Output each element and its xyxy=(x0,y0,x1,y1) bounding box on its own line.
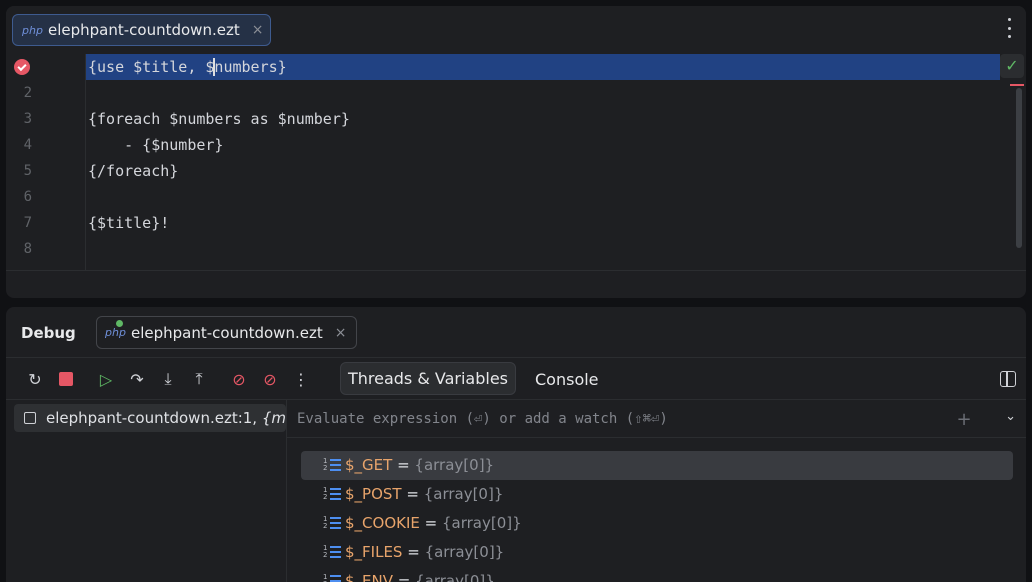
variable-row[interactable]: 12 $_ENV = {array[0]} xyxy=(301,567,1013,582)
editor-tab-bar: php elephpant-countdown.ezt × xyxy=(6,6,1026,52)
stack-frame-row[interactable]: elephpant-countdown.ezt:1, {main}() xyxy=(14,404,286,432)
array-icon: 12 xyxy=(323,574,341,582)
variable-name: $_ENV xyxy=(345,572,394,582)
layout-settings-icon[interactable] xyxy=(1000,371,1016,387)
debug-session-label: elephpant-countdown.ezt xyxy=(131,323,323,342)
editor-bottom-divider xyxy=(6,270,1026,271)
chevron-down-icon[interactable]: ⌄ xyxy=(1005,409,1016,424)
line-number: 7 xyxy=(23,215,32,231)
code-line-5[interactable]: 5 {/foreach} xyxy=(6,158,1026,184)
array-icon: 12 xyxy=(323,487,341,501)
array-icon: 12 xyxy=(323,516,341,530)
code-line-3[interactable]: 3 {foreach $numbers as $number} xyxy=(6,106,1026,132)
tab-console[interactable]: Console xyxy=(535,370,599,389)
text-caret xyxy=(213,58,215,76)
editor-tab-label: elephpant-countdown.ezt xyxy=(48,21,240,39)
variable-row[interactable]: 12 $_POST = {array[0]} xyxy=(301,480,1013,509)
evaluate-bar: + ⌄ xyxy=(287,400,1026,438)
array-icon: 12 xyxy=(323,458,341,472)
rerun-icon[interactable]: ↻ xyxy=(24,368,46,390)
variable-name: $_COOKIE xyxy=(345,514,420,532)
variable-name: $_FILES xyxy=(345,543,403,561)
line-number: 6 xyxy=(23,189,32,205)
view-breakpoints-icon[interactable]: ⊘ xyxy=(228,368,250,390)
variable-value: {array[0]} xyxy=(441,514,522,532)
close-icon[interactable]: × xyxy=(335,325,347,341)
code-text: {foreach $numbers as $number} xyxy=(88,110,350,128)
editor-file-tab[interactable]: php elephpant-countdown.ezt × xyxy=(12,14,271,46)
vertical-scrollbar[interactable] xyxy=(1016,88,1022,248)
code-text: {use $title, $numbers} xyxy=(88,58,287,76)
code-text: {/foreach} xyxy=(88,162,179,180)
variable-row[interactable]: 12 $_FILES = {array[0]} xyxy=(301,538,1013,567)
variable-value: {array[0]} xyxy=(415,572,495,582)
inspection-ok-icon[interactable]: ✓ xyxy=(1000,54,1024,78)
code-line-8[interactable]: 8 xyxy=(6,236,1026,262)
line-number: 8 xyxy=(23,241,32,257)
code-line-6[interactable]: 6 xyxy=(6,184,1026,210)
code-line-4[interactable]: 4 - {$number} xyxy=(6,132,1026,158)
code-area[interactable]: {use $title, $numbers} 2 3 {foreach $num… xyxy=(6,54,1026,270)
php-file-icon: php xyxy=(22,23,43,37)
stop-icon xyxy=(59,372,73,386)
more-options-icon[interactable] xyxy=(1006,18,1012,38)
variables-pane: + ⌄ 12 $_GET = {array[0]} 12 $_POST = {a… xyxy=(286,400,1026,582)
variable-row[interactable]: 12 $_COOKIE = {array[0]} xyxy=(301,509,1013,538)
mute-breakpoints-icon[interactable]: ⊘ xyxy=(259,368,281,390)
resume-icon[interactable]: ▷ xyxy=(95,368,117,390)
variable-row[interactable]: 12 $_GET = {array[0]} xyxy=(301,451,1013,480)
tab-threads-variables[interactable]: Threads & Variables xyxy=(340,362,516,395)
line-number: 5 xyxy=(23,163,32,179)
line-number: 2 xyxy=(23,85,32,101)
evaluate-expression-input[interactable] xyxy=(297,408,937,430)
debug-title: Debug xyxy=(21,324,76,342)
debug-toolbar: ↻ ▷ ↷ ⤓ ⤒ ⊘ ⊘ ⋮ Threads & Variables Cons… xyxy=(6,358,1026,400)
stop-button[interactable] xyxy=(55,368,77,390)
variable-value: {array[0]} xyxy=(414,456,495,474)
frames-pane: elephpant-countdown.ezt:1, {main}() xyxy=(6,400,286,582)
php-debug-icon: php xyxy=(105,320,126,339)
code-text: - {$number} xyxy=(88,136,224,154)
frame-icon xyxy=(24,412,36,424)
debug-tool-window: Debug php elephpant-countdown.ezt × ↻ ▷ … xyxy=(6,307,1026,582)
step-out-icon[interactable]: ⤒ xyxy=(188,368,210,390)
editor-panel: php elephpant-countdown.ezt × {use $titl… xyxy=(6,6,1026,298)
code-line-7[interactable]: 7 {$title}! xyxy=(6,210,1026,236)
code-line-1[interactable]: {use $title, $numbers} xyxy=(6,54,1026,80)
code-text: {$title}! xyxy=(88,214,170,232)
more-actions-icon[interactable]: ⋮ xyxy=(290,368,312,390)
debug-session-tab[interactable]: php elephpant-countdown.ezt × xyxy=(96,316,357,349)
variable-name: $_POST xyxy=(345,485,402,503)
code-line-2[interactable]: 2 xyxy=(6,80,1026,106)
array-icon: 12 xyxy=(323,545,341,559)
line-number: 4 xyxy=(23,137,32,153)
error-stripe-mark[interactable] xyxy=(1010,84,1024,86)
step-into-icon[interactable]: ⤓ xyxy=(157,368,179,390)
line-number: 3 xyxy=(23,111,32,127)
frame-label: elephpant-countdown.ezt:1, {main}() xyxy=(46,409,286,427)
variable-value: {array[0]} xyxy=(424,543,505,561)
step-over-icon[interactable]: ↷ xyxy=(126,368,148,390)
breakpoint-icon[interactable] xyxy=(14,59,30,75)
variable-name: $_GET xyxy=(345,456,393,474)
close-icon[interactable]: × xyxy=(252,22,264,38)
variable-value: {array[0]} xyxy=(423,485,504,503)
add-watch-icon[interactable]: + xyxy=(954,410,974,430)
